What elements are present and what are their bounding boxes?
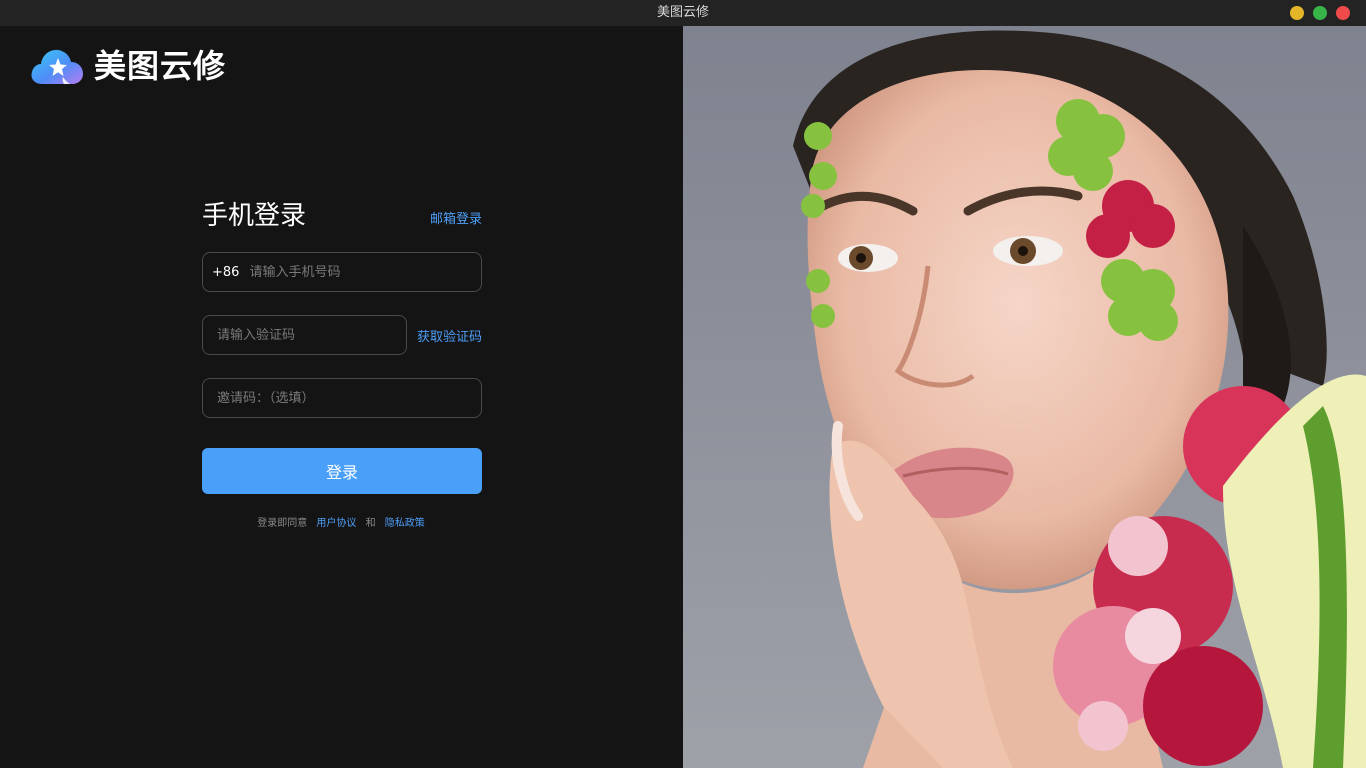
code-input[interactable] [217, 327, 392, 343]
promo-image [683, 26, 1366, 768]
login-button[interactable]: 登录 [202, 448, 482, 494]
country-code[interactable]: +86 [212, 265, 239, 280]
brand-name: 美图云修 [94, 47, 227, 85]
title-bar: 美图云修 [0, 0, 1366, 26]
privacy-policy-link[interactable]: 隐私政策 [385, 518, 425, 529]
invite-input[interactable] [217, 390, 467, 406]
invite-field[interactable] [202, 378, 482, 418]
brand: 美图云修 [30, 46, 226, 86]
get-code-link[interactable]: 获取验证码 [417, 326, 482, 345]
user-agreement-link[interactable]: 用户协议 [316, 518, 356, 529]
minimize-button[interactable] [1290, 6, 1304, 20]
login-pane: 美图云修 手机登录 邮箱登录 +86 获取验证码 登录 登录即同意 用户协议 和… [0, 26, 683, 768]
window-title: 美图云修 [656, 5, 709, 20]
portrait-illustration [683, 26, 1366, 768]
cloud-star-logo-icon [31, 49, 83, 84]
close-button[interactable] [1336, 6, 1350, 20]
form-header: 手机登录 邮箱登录 [202, 196, 482, 236]
agreement-prefix: 登录即同意 [257, 518, 308, 529]
phone-field[interactable]: +86 [202, 252, 482, 292]
agreement-text: 登录即同意 用户协议 和 隐私政策 [202, 514, 480, 529]
email-login-link[interactable]: 邮箱登录 [430, 208, 482, 227]
phone-input[interactable] [249, 264, 467, 280]
agreement-and: 和 [365, 518, 376, 529]
maximize-button[interactable] [1313, 6, 1327, 20]
login-form: 手机登录 邮箱登录 +86 获取验证码 登录 登录即同意 用户协议 和 隐私政策 [202, 196, 482, 529]
code-field[interactable] [202, 315, 407, 355]
